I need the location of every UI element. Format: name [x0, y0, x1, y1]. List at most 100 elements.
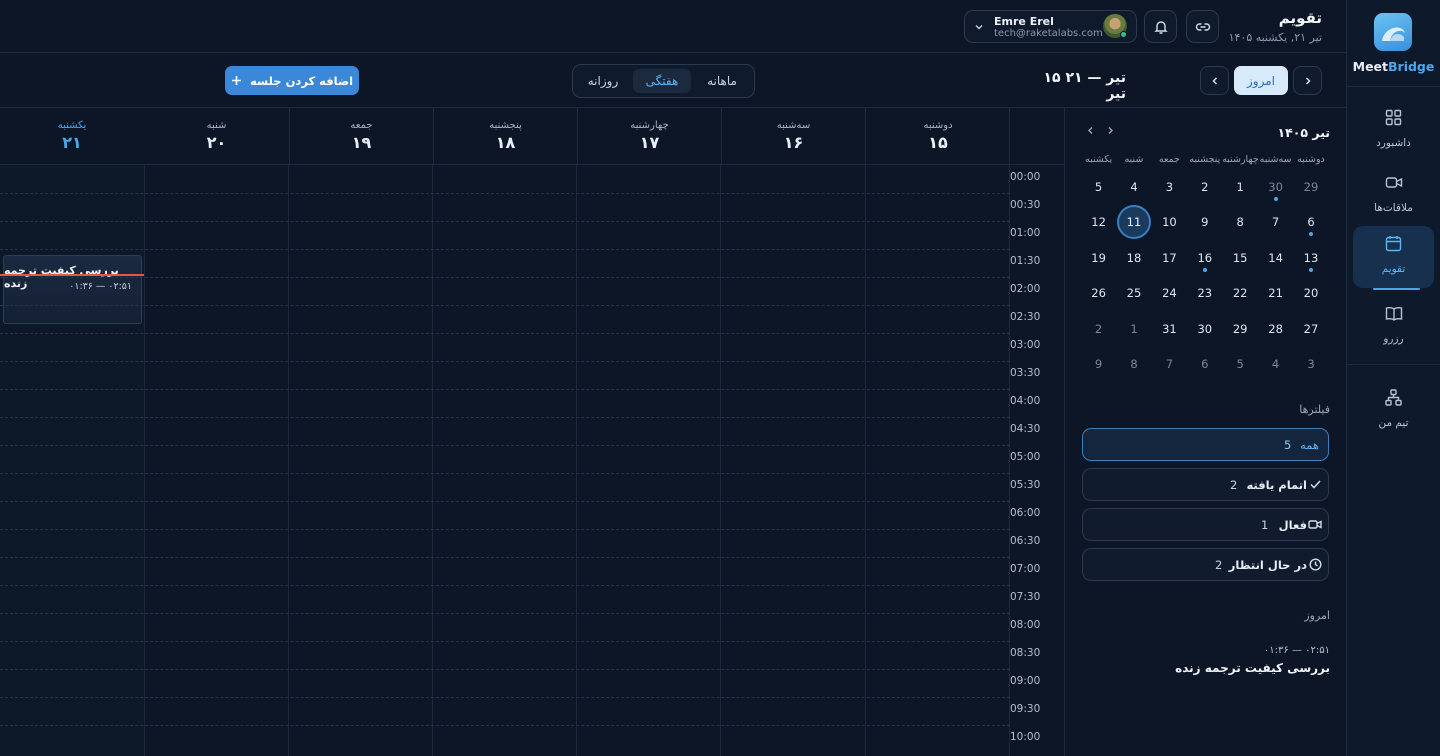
mini-calendar-day[interactable]: 8: [1223, 205, 1257, 239]
mini-calendar-day[interactable]: 20: [1294, 276, 1328, 310]
day-header-sunday[interactable]: یکشنبه ۲۱: [0, 108, 144, 165]
sidebar-item-booking[interactable]: رزرو: [1353, 296, 1434, 358]
tab-weekly[interactable]: هفتگی: [633, 69, 691, 93]
day-number: 13: [1303, 250, 1319, 265]
day-number: 16: [1197, 250, 1213, 265]
mini-calendar-day[interactable]: 21: [1259, 276, 1293, 310]
book-open-icon: [1385, 307, 1403, 321]
mini-calendar-day[interactable]: 9: [1188, 205, 1222, 239]
day-column-divider: [720, 165, 721, 756]
mini-calendar-day[interactable]: 4: [1259, 347, 1293, 381]
today-button[interactable]: امروز: [1234, 66, 1288, 95]
mini-calendar-day[interactable]: 6: [1294, 205, 1328, 239]
online-status-dot: [1120, 31, 1127, 38]
mini-calendar-day[interactable]: 7: [1152, 347, 1186, 381]
mini-calendar-prev-button[interactable]: [1086, 124, 1095, 138]
time-label: 03:00: [1010, 339, 1041, 351]
add-session-label: اضافه کردن جلسه: [249, 73, 354, 88]
mini-calendar-day[interactable]: 26: [1082, 276, 1116, 310]
time-label: 05:30: [1010, 479, 1041, 491]
filter-label: در حال انتظار: [1228, 558, 1307, 572]
calendar-event[interactable]: بررسی کیفیت ترجمه زنده ۰۱:۳۶ — ۰۲:۵۱: [3, 255, 142, 324]
day-header-thursday[interactable]: پنجشنبه ۱۸: [433, 108, 577, 165]
copy-link-button[interactable]: [1186, 10, 1219, 43]
day-header-saturday[interactable]: شنبه ۲۰: [144, 108, 289, 165]
day-header-tuesday[interactable]: سه‌شنبه ۱۶: [721, 108, 865, 165]
filter-completed[interactable]: اتمام یافته 2: [1082, 468, 1329, 501]
time-label: 04:30: [1010, 423, 1041, 435]
tab-monthly[interactable]: ماهانه: [694, 69, 750, 93]
day-header-monday[interactable]: دوشنبه ۱۵: [865, 108, 1010, 165]
day-number: 10: [1162, 215, 1177, 230]
mini-calendar-day[interactable]: 18: [1117, 241, 1151, 275]
sidebar-item-calendar[interactable]: تقویم: [1353, 226, 1434, 290]
sidebar-item-label: تقویم: [1381, 263, 1406, 275]
mini-calendar-day[interactable]: 22: [1223, 276, 1257, 310]
mini-calendar-day[interactable]: 30: [1259, 170, 1293, 204]
logo-icon[interactable]: [1374, 13, 1412, 51]
mini-calendar-day[interactable]: 2: [1082, 312, 1116, 346]
time-slot-line: [0, 277, 1010, 278]
add-session-button[interactable]: اضافه کردن جلسه: [225, 66, 359, 95]
today-event-title[interactable]: بررسی کیفیت ترجمه زنده: [1175, 661, 1330, 675]
mini-calendar-day[interactable]: 2: [1188, 170, 1222, 204]
mini-calendar-day[interactable]: 3: [1152, 170, 1186, 204]
mini-calendar-day[interactable]: 4: [1117, 170, 1151, 204]
time-slot-line: [0, 529, 1010, 530]
mini-calendar-day[interactable]: 9: [1082, 347, 1116, 381]
mini-calendar-day[interactable]: 24: [1152, 276, 1186, 310]
mini-calendar-day[interactable]: 23: [1188, 276, 1222, 310]
mini-calendar-day[interactable]: 7: [1259, 205, 1293, 239]
mini-calendar-day[interactable]: 29: [1294, 170, 1328, 204]
sidebar-item-my-team[interactable]: تیم من: [1353, 380, 1434, 442]
mini-calendar-day[interactable]: 28: [1259, 312, 1293, 346]
today-event-time: ۰۱:۳۶ — ۰۲:۵۱: [1263, 645, 1330, 656]
day-column-divider: [576, 165, 577, 756]
time-slot-line: [0, 361, 1010, 362]
day-header-wednesday[interactable]: چهارشنبه ۱۷: [577, 108, 721, 165]
filter-pending[interactable]: در حال انتظار 2: [1082, 548, 1329, 581]
filter-active[interactable]: فعال 1: [1082, 508, 1329, 541]
sidebar-item-dashboard[interactable]: داشبورد: [1353, 100, 1434, 162]
mini-calendar-day[interactable]: 27: [1294, 312, 1328, 346]
event-time: ۰۱:۳۶ — ۰۲:۵۱: [69, 281, 132, 292]
day-number: 23: [1197, 286, 1213, 301]
notifications-button[interactable]: [1144, 10, 1177, 43]
previous-week-button[interactable]: [1293, 66, 1322, 95]
mini-calendar-day[interactable]: 14: [1259, 241, 1293, 275]
mini-calendar-day[interactable]: 10: [1152, 205, 1186, 239]
mini-calendar-day[interactable]: 25: [1117, 276, 1151, 310]
day-number: 29: [1232, 321, 1248, 336]
mini-calendar-day[interactable]: 13: [1294, 241, 1328, 275]
mini-calendar-selected-day[interactable]: 11: [1117, 205, 1151, 240]
mini-calendar-day[interactable]: 16: [1188, 241, 1222, 275]
mini-calendar-day[interactable]: 5: [1223, 347, 1257, 381]
mini-calendar-day[interactable]: 29: [1223, 312, 1257, 346]
day-date: ۱۶: [783, 133, 804, 152]
mini-calendar-day[interactable]: 17: [1152, 241, 1186, 275]
next-week-button[interactable]: [1200, 66, 1229, 95]
mini-calendar-day[interactable]: 15: [1223, 241, 1257, 275]
current-time-indicator: [0, 274, 145, 276]
sidebar-item-meetings[interactable]: ملاقات‌ها: [1353, 165, 1434, 227]
mini-calendar-day[interactable]: 1: [1223, 170, 1257, 204]
mini-calendar-day[interactable]: 3: [1294, 347, 1328, 381]
time-label: 09:00: [1010, 675, 1041, 687]
mini-calendar-day[interactable]: 6: [1188, 347, 1222, 381]
mini-calendar-day[interactable]: 19: [1082, 241, 1116, 275]
video-icon: [1308, 520, 1322, 529]
mini-calendar-next-button[interactable]: [1106, 124, 1115, 138]
mini-calendar-day[interactable]: 30: [1188, 312, 1222, 346]
filter-count: 1: [1261, 518, 1269, 532]
mini-calendar-day[interactable]: 1: [1117, 312, 1151, 346]
user-menu[interactable]: Emre Erel tech@raketalabs.com: [964, 10, 1137, 43]
mini-calendar-day[interactable]: 8: [1117, 347, 1151, 381]
weekday-label: دوشنبه: [1297, 154, 1325, 165]
filter-all[interactable]: همه 5: [1082, 428, 1329, 461]
day-header-friday[interactable]: جمعه ۱۹: [289, 108, 433, 165]
mini-calendar-day[interactable]: 5: [1082, 170, 1116, 204]
tab-daily[interactable]: روزانه: [577, 69, 629, 93]
mini-calendar-day[interactable]: 12: [1082, 205, 1116, 239]
event-dot: [1273, 197, 1278, 201]
mini-calendar-day[interactable]: 31: [1152, 312, 1186, 346]
